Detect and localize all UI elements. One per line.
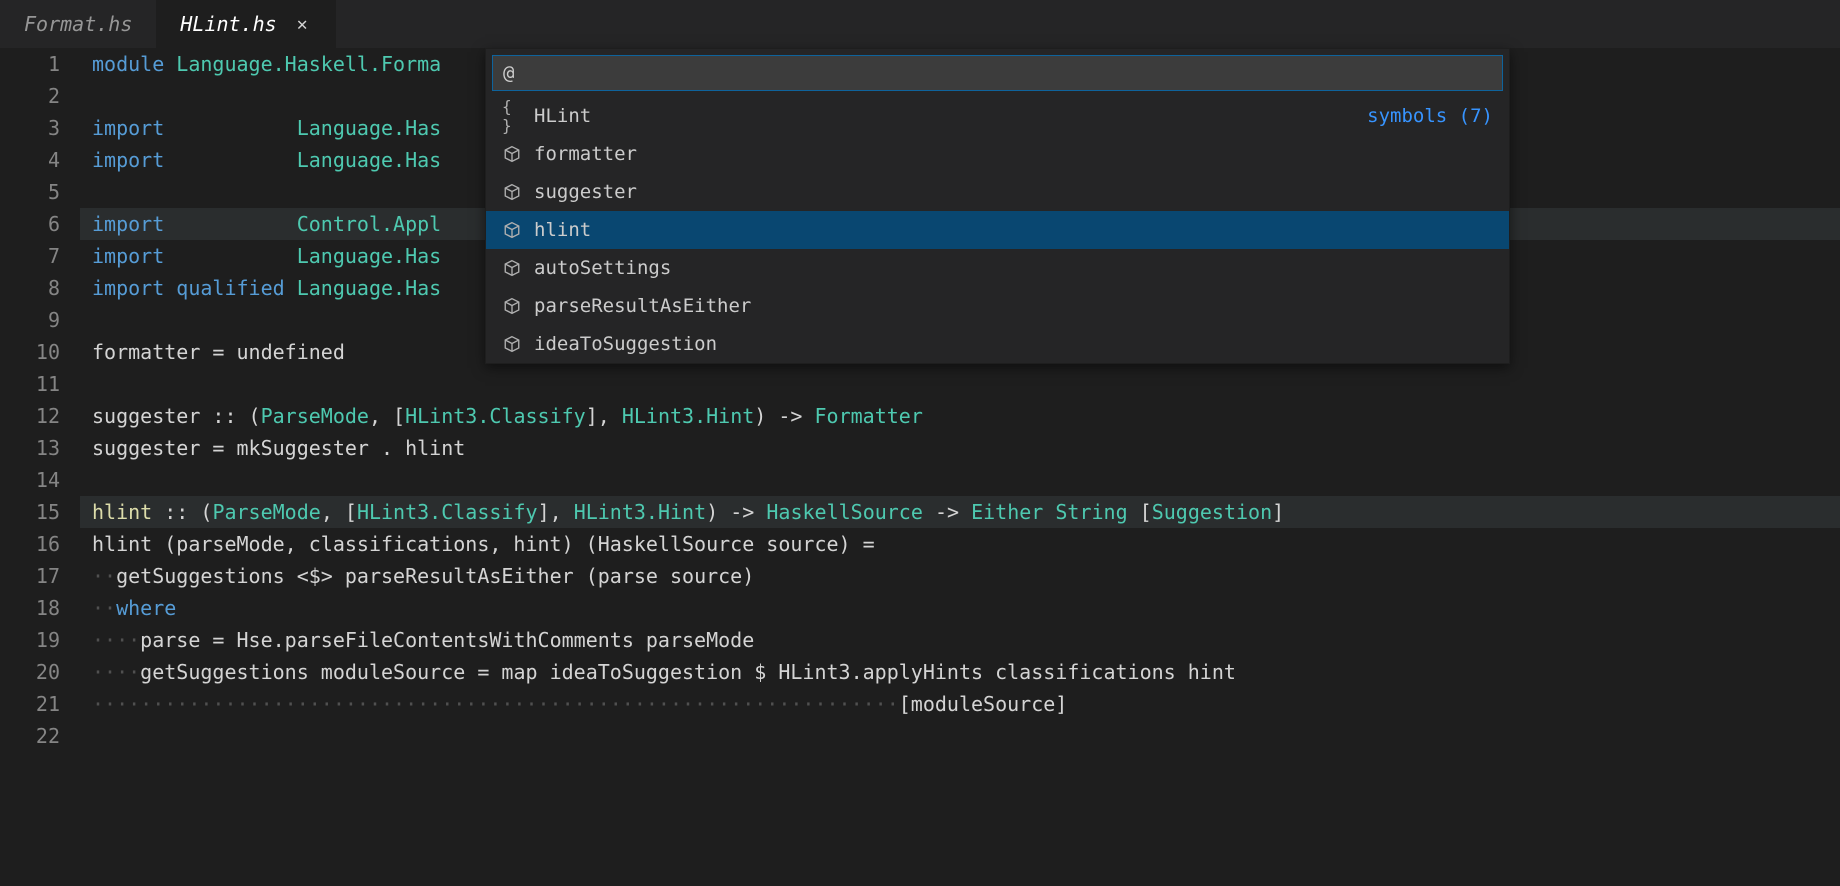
cube-icon	[502, 258, 522, 278]
code-line[interactable]: suggester = mkSuggester . hlint	[80, 432, 1840, 464]
quickopen-panel: { } HLintsymbols (7) formatter suggester hli…	[485, 48, 1510, 364]
code-line[interactable]: hlint :: (ParseMode, [HLint3.Classify], …	[80, 496, 1840, 528]
code-line[interactable]	[80, 720, 1840, 752]
line-number: 2	[0, 80, 60, 112]
quickopen-item-label: parseResultAsEither	[534, 295, 1493, 317]
tab-bar: Format.hs HLint.hs ✕	[0, 0, 1840, 48]
line-number: 3	[0, 112, 60, 144]
code-line[interactable]: suggester :: (ParseMode, [HLint3.Classif…	[80, 400, 1840, 432]
code-line[interactable]: ····getSuggestions moduleSource = map id…	[80, 656, 1840, 688]
line-number: 22	[0, 720, 60, 752]
cube-icon	[502, 296, 522, 316]
line-number: 14	[0, 464, 60, 496]
quickopen-item[interactable]: suggester	[486, 173, 1509, 211]
quickopen-item[interactable]: parseResultAsEither	[486, 287, 1509, 325]
line-number: 8	[0, 272, 60, 304]
line-number: 12	[0, 400, 60, 432]
line-number: 7	[0, 240, 60, 272]
quickopen-item-label: suggester	[534, 181, 1493, 203]
line-number: 13	[0, 432, 60, 464]
line-number: 6	[0, 208, 60, 240]
quickopen-item-label: autoSettings	[534, 257, 1493, 279]
cube-icon	[502, 182, 522, 202]
code-line[interactable]: ········································…	[80, 688, 1840, 720]
line-number: 11	[0, 368, 60, 400]
cube-icon	[502, 334, 522, 354]
line-numbers: 12345678910111213141516171819202122	[0, 48, 80, 752]
line-number: 15	[0, 496, 60, 528]
line-number: 18	[0, 592, 60, 624]
code-line[interactable]: hlint (parseMode, classifications, hint)…	[80, 528, 1840, 560]
line-number: 21	[0, 688, 60, 720]
tab-label: HLint.hs	[180, 12, 276, 36]
tab-label: Format.hs	[24, 12, 132, 36]
tab-format[interactable]: Format.hs	[0, 0, 156, 48]
quickopen-item[interactable]: ideaToSuggestion	[486, 325, 1509, 363]
line-number: 16	[0, 528, 60, 560]
tab-hlint[interactable]: HLint.hs ✕	[156, 0, 335, 48]
line-number: 10	[0, 336, 60, 368]
code-line[interactable]	[80, 464, 1840, 496]
cube-icon	[502, 220, 522, 240]
line-number: 19	[0, 624, 60, 656]
code-line[interactable]: ····parse = Hse.parseFileContentsWithCom…	[80, 624, 1840, 656]
code-line[interactable]: ··getSuggestions <$> parseResultAsEither…	[80, 560, 1840, 592]
quickopen-item[interactable]: hlint	[486, 211, 1509, 249]
quickopen-item-label: formatter	[534, 143, 1493, 165]
quickopen-item[interactable]: autoSettings	[486, 249, 1509, 287]
line-number: 9	[0, 304, 60, 336]
quickopen-item-label: ideaToSuggestion	[534, 333, 1493, 355]
line-number: 1	[0, 48, 60, 80]
quickopen-item-label: HLint	[534, 105, 1367, 127]
braces-icon: { }	[502, 106, 522, 126]
quickopen-item-label: hlint	[534, 219, 1493, 241]
editor[interactable]: 12345678910111213141516171819202122 modu…	[0, 48, 1840, 752]
cube-icon	[502, 144, 522, 164]
quickopen-list: { } HLintsymbols (7) formatter suggester hli…	[486, 97, 1509, 363]
code-line[interactable]: ··where	[80, 592, 1840, 624]
line-number: 17	[0, 560, 60, 592]
code-line[interactable]	[80, 368, 1840, 400]
quickopen-input[interactable]	[492, 55, 1503, 91]
quickopen-meta: symbols (7)	[1367, 105, 1493, 127]
line-number: 5	[0, 176, 60, 208]
line-number: 4	[0, 144, 60, 176]
line-number: 20	[0, 656, 60, 688]
quickopen-item[interactable]: formatter	[486, 135, 1509, 173]
quickopen-item[interactable]: { } HLintsymbols (7)	[486, 97, 1509, 135]
close-icon[interactable]: ✕	[293, 14, 312, 35]
